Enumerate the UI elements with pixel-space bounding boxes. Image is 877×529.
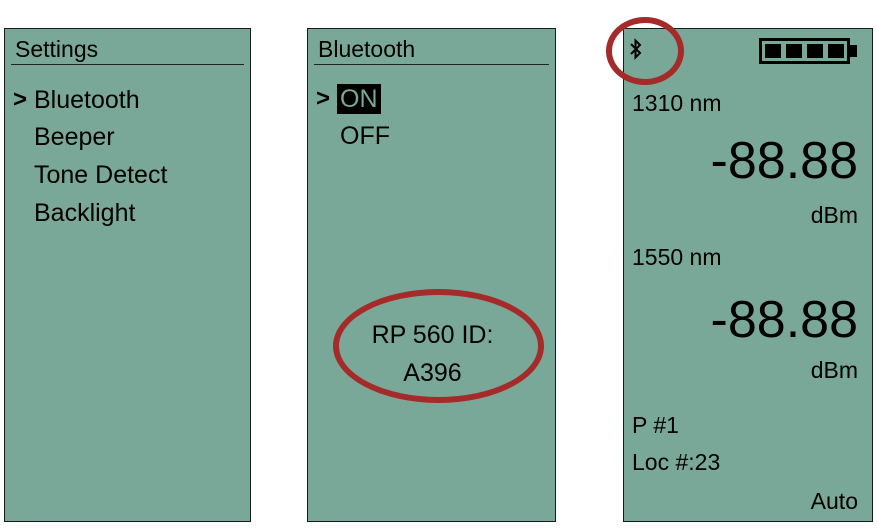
- menu-item-backlight[interactable]: Backlight: [34, 198, 135, 228]
- battery-cell: [807, 44, 823, 58]
- battery-full-icon: [759, 38, 859, 64]
- battery-cell: [765, 44, 781, 58]
- header-divider: [11, 64, 244, 65]
- menu-item-beeper[interactable]: Beeper: [34, 122, 115, 152]
- header-divider: [314, 64, 549, 65]
- bluetooth-icon-highlight-ring: [606, 17, 684, 85]
- menu-cursor-icon: >: [13, 86, 28, 113]
- meter-screen: 1310 nm -88.88 dBm 1550 nm -88.88 dBm P …: [623, 28, 873, 522]
- ch2-wavelength: 1550 nm: [632, 244, 722, 270]
- menu-cursor-icon: >: [316, 85, 331, 112]
- bluetooth-screen: Bluetooth > ON OFF RP 560 ID: A396: [307, 28, 556, 522]
- mode-label: Auto: [810, 488, 858, 514]
- menu-item-bluetooth[interactable]: Bluetooth: [34, 85, 140, 115]
- ch2-power-value: -88.88: [710, 291, 858, 349]
- option-on[interactable]: ON: [337, 84, 381, 114]
- location-label: Loc #:23: [632, 449, 721, 475]
- ch2-unit: dBm: [810, 357, 858, 383]
- settings-screen: Settings > Bluetooth Beeper Tone Detect …: [4, 28, 251, 522]
- profile-label: P #1: [632, 412, 679, 438]
- battery-cell: [786, 44, 802, 58]
- menu-item-tone-detect[interactable]: Tone Detect: [34, 160, 167, 190]
- battery-cell: [828, 44, 844, 58]
- ch1-unit: dBm: [810, 202, 858, 228]
- settings-title: Settings: [15, 36, 99, 62]
- bluetooth-title: Bluetooth: [318, 36, 416, 62]
- device-id-highlight-ring: [333, 289, 544, 403]
- option-off[interactable]: OFF: [340, 121, 390, 151]
- ch1-wavelength: 1310 nm: [632, 90, 722, 116]
- ch1-power-value: -88.88: [710, 132, 858, 190]
